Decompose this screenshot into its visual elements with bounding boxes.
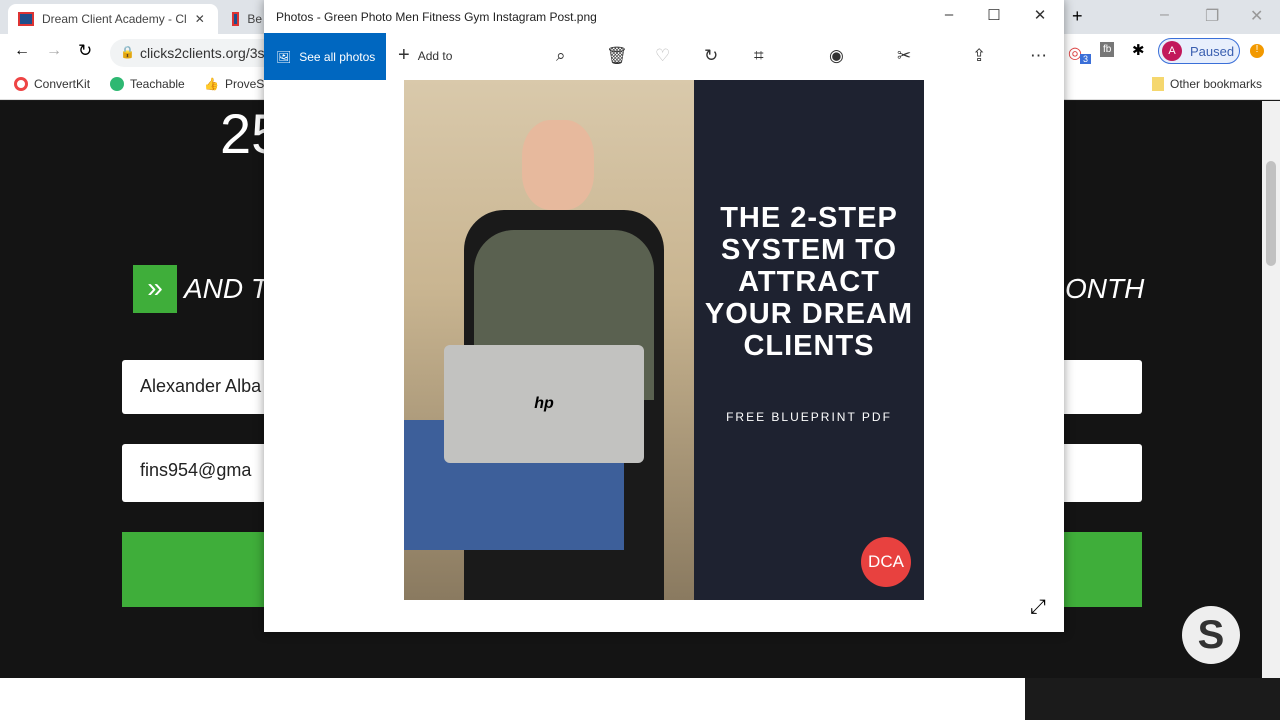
subheading-right: ONTH bbox=[1065, 273, 1145, 304]
forward-icon[interactable]: → bbox=[46, 42, 62, 60]
lens-icon[interactable]: ◉ bbox=[829, 46, 844, 66]
close-button[interactable]: ✕ bbox=[1250, 6, 1263, 26]
tab-label: Be bbox=[247, 12, 262, 26]
image-headline: THE 2-STEP SYSTEM TO ATTRACT YOUR DREAM … bbox=[704, 202, 914, 362]
profile-status: Paused bbox=[1190, 43, 1235, 59]
bookmark-label: Teachable bbox=[130, 77, 185, 91]
text-panel: THE 2-STEP SYSTEM TO ATTRACT YOUR DREAM … bbox=[694, 80, 924, 600]
page-scrollbar[interactable] bbox=[1262, 101, 1280, 678]
extension-badge: 3 bbox=[1080, 54, 1092, 64]
back-icon[interactable]: ← bbox=[14, 42, 30, 60]
see-all-label: See all photos bbox=[299, 49, 376, 64]
url-text: clicks2clients.org/3s bbox=[140, 45, 265, 61]
favicon-icon bbox=[18, 12, 34, 26]
man-with-laptop-photo: hp bbox=[404, 80, 694, 600]
close-tab-icon[interactable]: ✕ bbox=[195, 12, 205, 26]
bookmark-teachable[interactable]: Teachable bbox=[110, 77, 185, 91]
puzzle-icon[interactable]: ✱ bbox=[1132, 41, 1145, 59]
rotate-icon[interactable]: ↻ bbox=[704, 46, 718, 66]
laptop: hp bbox=[444, 345, 644, 463]
reload-icon[interactable]: ↻ bbox=[78, 41, 92, 61]
scrollbar-thumb[interactable] bbox=[1266, 161, 1276, 266]
plus-icon: + bbox=[398, 44, 410, 66]
minimize-button[interactable]: – bbox=[1160, 6, 1169, 24]
teachable-icon bbox=[110, 77, 124, 91]
lock-icon: 🔒 bbox=[120, 45, 135, 59]
more-icon[interactable]: ⋯ bbox=[1030, 46, 1047, 66]
folder-icon bbox=[1152, 77, 1164, 91]
skype-icon[interactable]: S bbox=[1182, 606, 1240, 664]
update-icon[interactable]: ! bbox=[1250, 44, 1264, 58]
zoom-icon[interactable]: ⌕ bbox=[556, 46, 566, 66]
avatar: A bbox=[1162, 41, 1182, 61]
edit-icon[interactable]: ✂ bbox=[897, 46, 911, 66]
crop-icon[interactable]: ⌗ bbox=[754, 46, 764, 66]
new-tab-button[interactable]: + bbox=[1072, 6, 1083, 27]
fb-extension-icon[interactable]: fb bbox=[1100, 42, 1115, 57]
subheading-left: AND T bbox=[184, 273, 268, 304]
forward-arrows-icon: » bbox=[133, 265, 177, 313]
share-icon[interactable]: ⇪ bbox=[972, 46, 986, 66]
thumbs-up-icon: 👍 bbox=[204, 77, 219, 91]
other-bookmarks[interactable]: Other bookmarks bbox=[1152, 77, 1262, 91]
bookmark-label: ConvertKit bbox=[34, 77, 91, 91]
profile-button[interactable]: A Paused bbox=[1158, 38, 1240, 64]
maximize-button[interactable]: ☐ bbox=[979, 6, 1009, 24]
delete-icon[interactable]: 🗑 bbox=[606, 46, 628, 66]
see-all-photos-button[interactable]: 🖼 See all photos bbox=[264, 33, 386, 80]
bookmark-label: ProveS bbox=[224, 77, 265, 91]
tab-dream-client-academy[interactable]: Dream Client Academy - Cl ✕ bbox=[8, 4, 218, 34]
add-to-button[interactable]: + Add to bbox=[398, 44, 452, 67]
add-to-label: Add to bbox=[417, 48, 453, 63]
minimize-button[interactable]: – bbox=[934, 6, 964, 23]
restore-button[interactable]: ❐ bbox=[1205, 6, 1219, 26]
photos-window: Photos - Green Photo Men Fitness Gym Ins… bbox=[264, 0, 1064, 632]
bookmark-label: Other bookmarks bbox=[1170, 77, 1263, 91]
fullscreen-icon[interactable]: ⤢ bbox=[1030, 596, 1046, 619]
dca-logo: DCA bbox=[861, 537, 911, 587]
bookmark-convertkit[interactable]: ConvertKit bbox=[14, 77, 90, 91]
favorite-icon[interactable]: ♡ bbox=[655, 46, 670, 66]
convertkit-icon bbox=[14, 77, 28, 91]
email-value: fins954@gma bbox=[140, 460, 252, 480]
image-subline: FREE BLUEPRINT PDF bbox=[726, 410, 892, 424]
tab-label: Dream Client Academy - Cl bbox=[42, 12, 187, 26]
close-button[interactable]: ✕ bbox=[1025, 6, 1055, 24]
displayed-photo: hp THE 2-STEP SYSTEM TO ATTRACT YOUR DRE… bbox=[404, 80, 924, 600]
favicon-icon bbox=[232, 12, 240, 26]
image-icon: 🖼 bbox=[276, 49, 292, 64]
window-title: Photos - Green Photo Men Fitness Gym Ins… bbox=[276, 10, 597, 24]
face bbox=[522, 120, 594, 210]
bottom-bar bbox=[0, 678, 1025, 720]
name-value: Alexander Alba bbox=[140, 376, 262, 396]
bookmark-proves[interactable]: 👍 ProveS bbox=[204, 77, 264, 91]
